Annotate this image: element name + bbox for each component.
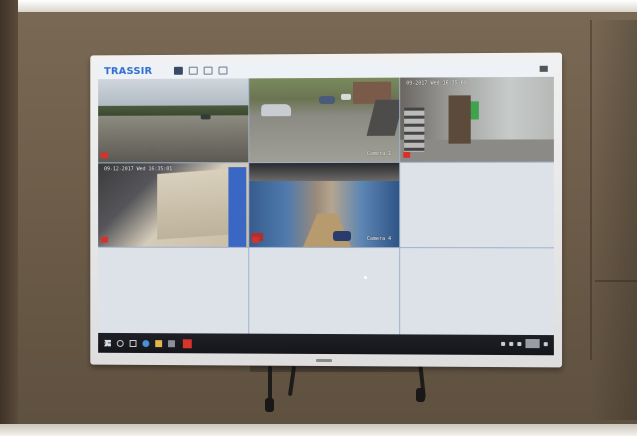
settings-icon[interactable] bbox=[203, 66, 213, 75]
camera-3-shelf bbox=[404, 107, 425, 152]
wall-panel-seam-horizontal bbox=[595, 280, 637, 282]
camera-tile-1[interactable] bbox=[98, 78, 249, 163]
camera-3-exit-sign bbox=[470, 101, 479, 120]
plug-right bbox=[416, 388, 425, 402]
empty-tile[interactable] bbox=[98, 247, 249, 336]
trassir-logo: TRASSIR bbox=[104, 65, 153, 77]
notifications-icon[interactable] bbox=[543, 341, 548, 346]
browser-icon[interactable] bbox=[142, 339, 150, 347]
camera-3-recording-icon bbox=[403, 151, 411, 158]
wall-panel-seam bbox=[590, 20, 592, 360]
toolbar-icons bbox=[174, 66, 228, 75]
camera-tile-4[interactable]: 09-12-2017 Wed 16:35:01 bbox=[98, 163, 249, 247]
camera-1-treeline bbox=[98, 105, 249, 116]
task-view-icon[interactable] bbox=[129, 339, 137, 347]
system-tray bbox=[501, 339, 548, 349]
camera-5-ceiling bbox=[249, 162, 400, 182]
grid-icon[interactable] bbox=[188, 66, 198, 75]
camera-1-ground bbox=[98, 115, 249, 163]
wall-shadow bbox=[590, 20, 637, 420]
camera-4-wall bbox=[157, 168, 237, 240]
camera-1-recording-icon bbox=[101, 152, 108, 159]
empty-tile[interactable] bbox=[400, 248, 554, 338]
windows-start-icon[interactable] bbox=[104, 339, 111, 346]
floor-trim bbox=[0, 424, 637, 436]
empty-tile[interactable] bbox=[249, 247, 400, 337]
plug-left bbox=[265, 398, 274, 412]
camera-4-window bbox=[228, 167, 247, 247]
camera-1-vehicle bbox=[200, 114, 211, 120]
trassir-app-icon[interactable] bbox=[182, 338, 192, 348]
language-icon[interactable] bbox=[517, 341, 522, 346]
windows-taskbar bbox=[98, 332, 554, 356]
camera-2-car-silver bbox=[341, 93, 352, 100]
search-icon[interactable] bbox=[116, 339, 124, 347]
wall-left-edge bbox=[0, 0, 18, 436]
monitor-screen: TRASSIR Camera 1 09-2017 Wed 16:35:08 09… bbox=[98, 60, 554, 356]
network-icon[interactable] bbox=[501, 341, 506, 346]
empty-tile[interactable] bbox=[400, 162, 554, 248]
mouse-cursor bbox=[364, 276, 368, 280]
store-icon[interactable] bbox=[168, 339, 175, 347]
edit-icon[interactable] bbox=[218, 66, 228, 75]
camera-5-name: Camera 4 bbox=[366, 236, 392, 243]
camera-grid: Camera 1 09-2017 Wed 16:35:08 09-12-2017… bbox=[98, 76, 554, 338]
window-icon[interactable] bbox=[539, 65, 548, 72]
ceiling-trim bbox=[0, 0, 637, 12]
layout-icon[interactable] bbox=[174, 66, 183, 75]
camera-2-car-white bbox=[261, 104, 292, 117]
folder-icon[interactable] bbox=[155, 339, 163, 347]
camera-3-timestamp: 09-2017 Wed 16:35:08 bbox=[406, 80, 467, 87]
camera-2-car-blue bbox=[319, 95, 335, 105]
camera-5-object bbox=[332, 231, 352, 242]
camera-2-name: Camera 1 bbox=[366, 150, 392, 157]
camera-3-door bbox=[448, 95, 471, 144]
camera-4-recording-icon bbox=[101, 236, 108, 243]
tv-monitor: TRASSIR Camera 1 09-2017 Wed 16:35:08 09… bbox=[90, 52, 563, 368]
camera-tile-3[interactable]: 09-2017 Wed 16:35:08 bbox=[400, 76, 554, 162]
camera-4-timestamp: 09-12-2017 Wed 16:35:01 bbox=[104, 166, 173, 173]
tv-brand-logo bbox=[316, 358, 332, 363]
camera-tile-2[interactable]: Camera 1 bbox=[249, 77, 400, 163]
camera-5-recording-icon bbox=[252, 236, 260, 243]
clock-icon[interactable] bbox=[525, 339, 540, 349]
camera-tile-5[interactable]: Camera 4 bbox=[249, 162, 400, 248]
volume-icon[interactable] bbox=[509, 341, 514, 346]
